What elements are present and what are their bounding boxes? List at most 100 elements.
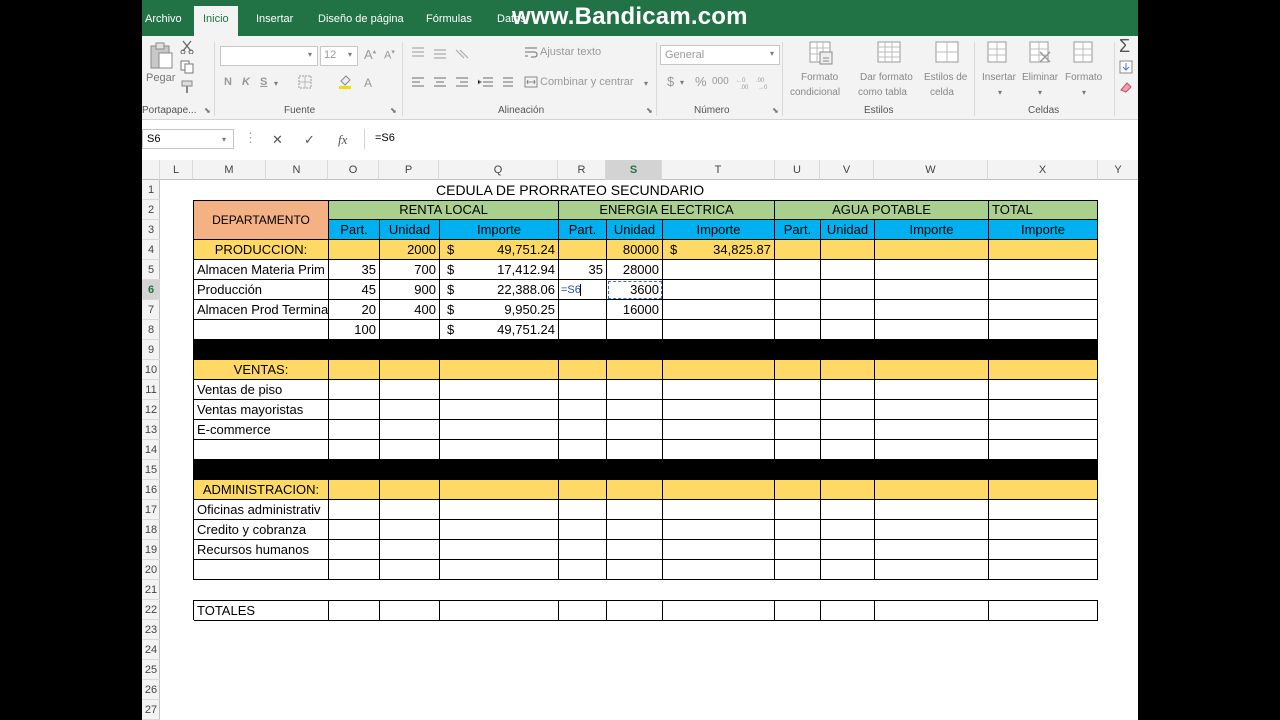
column-header[interactable]: U [775,160,820,180]
grow-font-icon[interactable]: A▴ [364,47,376,62]
alignment-launcher-icon[interactable]: ⬊ [646,106,653,115]
autosum-icon[interactable]: Σ [1119,36,1130,57]
cell[interactable] [875,540,989,560]
row-header[interactable]: 13 [142,420,160,440]
cancel-icon[interactable]: ✕ [272,132,283,148]
cell[interactable] [607,500,663,520]
cell[interactable] [380,360,440,380]
copy-icon[interactable] [180,60,194,74]
cell-p4[interactable]: 2000 [380,240,440,260]
cell[interactable] [875,560,989,580]
tab-formulas[interactable]: Fórmulas [426,13,472,25]
row-header[interactable]: 14 [142,440,160,460]
cell[interactable] [440,601,559,621]
column-header[interactable]: P [379,160,439,180]
row-header[interactable]: 21 [142,580,160,600]
decimal-adjust-icon[interactable]: ←0.00.00→0 [736,74,776,90]
cell-r5[interactable]: 35 [559,260,607,280]
cell[interactable] [989,560,1098,580]
cell[interactable] [440,480,559,500]
cell[interactable] [559,480,607,500]
cell[interactable] [559,300,607,320]
column-header[interactable]: W [874,160,988,180]
cell[interactable] [989,601,1098,621]
cell[interactable] [989,260,1098,280]
cell[interactable] [775,540,821,560]
cell[interactable] [821,320,875,340]
cell[interactable] [775,380,821,400]
subheader-importe[interactable]: Importe [875,220,989,240]
cell-o7[interactable]: 20 [329,300,380,320]
cell[interactable] [380,480,440,500]
clear-icon[interactable] [1119,80,1133,94]
cell[interactable] [875,500,989,520]
select-all-corner[interactable] [142,160,160,180]
cell[interactable] [559,560,607,580]
clipboard-launcher-icon[interactable]: ⬊ [204,106,211,115]
cell[interactable] [775,320,821,340]
row-header[interactable]: 16 [142,480,160,500]
format-cells-icon[interactable] [1072,40,1096,66]
cell[interactable] [775,560,821,580]
cell[interactable] [821,601,875,621]
cell[interactable] [329,440,380,460]
cell[interactable] [775,440,821,460]
cell[interactable] [663,520,775,540]
cell[interactable] [821,560,875,580]
row-header[interactable]: 17 [142,500,160,520]
cell[interactable] [663,560,775,580]
cell[interactable] [989,440,1098,460]
cell[interactable] [775,300,821,320]
row-header[interactable]: 18 [142,520,160,540]
cell[interactable] [440,400,559,420]
cell-r6-editing[interactable]: =S6 [559,280,607,300]
row-header[interactable]: 27 [142,700,160,720]
cell[interactable] [875,240,989,260]
cell[interactable] [380,420,440,440]
cell-s4[interactable]: 80000 [607,240,663,260]
cell[interactable] [440,440,559,460]
cell[interactable] [989,540,1098,560]
cell-styles-label-1[interactable]: Estilos de [924,72,967,83]
cell[interactable] [875,520,989,540]
row-header[interactable]: 5 [142,260,160,280]
row-header[interactable]: 15 [142,460,160,480]
subheader-unidad[interactable]: Unidad [380,220,440,240]
cell[interactable] [775,240,821,260]
cell[interactable] [559,400,607,420]
cell[interactable] [380,601,440,621]
cell[interactable] [821,540,875,560]
header-renta-local[interactable]: RENTA LOCAL [329,201,559,220]
subheader-unidad[interactable]: Unidad [821,220,875,240]
cell[interactable] [663,300,775,320]
cell[interactable] [989,380,1098,400]
cell[interactable] [775,280,821,300]
cell[interactable] [329,601,380,621]
row-header[interactable]: 8 [142,320,160,340]
cell[interactable] [559,540,607,560]
cell[interactable] [821,500,875,520]
conditional-format-label-1[interactable]: Formato [801,72,838,83]
cell-s6-referenced[interactable]: 3600 [607,280,663,300]
name-box[interactable]: S6 [142,129,234,149]
section-administracion[interactable]: ADMINISTRACION: [194,480,329,500]
cell[interactable] [875,320,989,340]
number-format-select[interactable]: General [660,45,780,65]
cell[interactable] [194,560,329,580]
cell[interactable] [607,400,663,420]
cell[interactable] [559,500,607,520]
cell[interactable] [607,520,663,540]
cell[interactable] [329,360,380,380]
row-label[interactable]: Ventas de piso [194,380,329,400]
row-header[interactable]: 19 [142,540,160,560]
cell[interactable] [875,260,989,280]
tab-archivo[interactable]: Archivo [145,13,182,25]
cell[interactable] [663,500,775,520]
cell[interactable] [663,400,775,420]
column-header[interactable]: O [328,160,379,180]
subheader-unidad[interactable]: Unidad [607,220,663,240]
cell[interactable] [821,520,875,540]
cell[interactable] [380,400,440,420]
cell[interactable] [440,520,559,540]
column-header[interactable]: L [160,160,193,180]
